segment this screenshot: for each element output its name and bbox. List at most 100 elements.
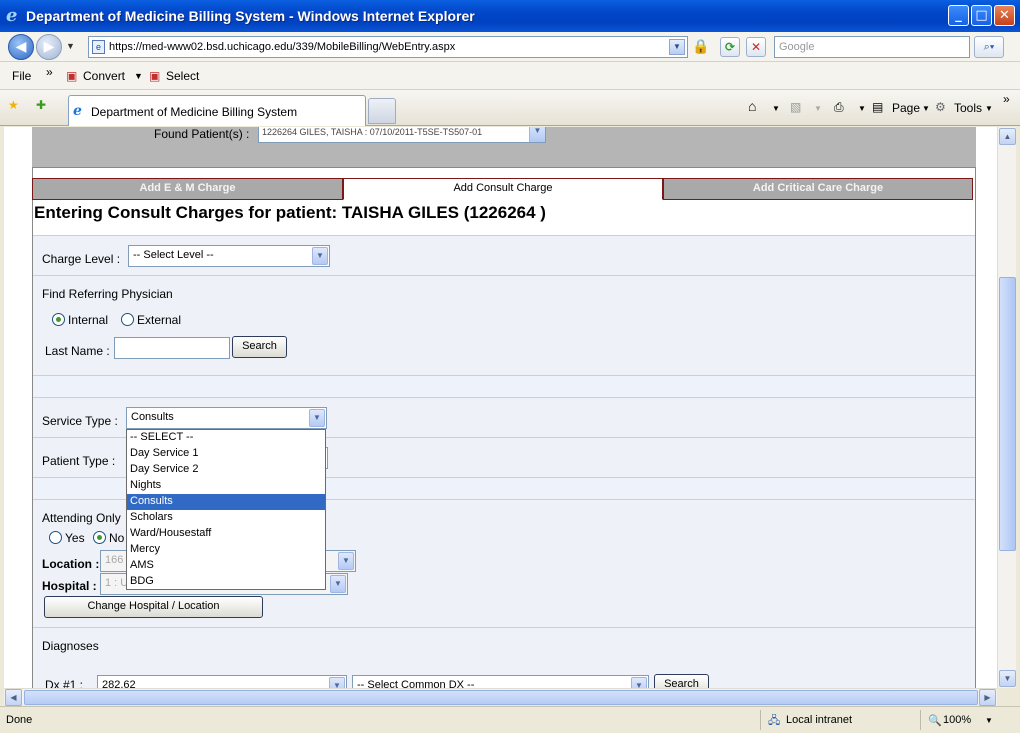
page-content: Found Patient(s) : 1226264 GILES, TAISHA… bbox=[28, 127, 976, 689]
scroll-right-icon[interactable]: ▶ bbox=[979, 689, 996, 706]
convert-button[interactable]: Convert bbox=[83, 69, 125, 83]
tools-menu[interactable]: Tools bbox=[954, 101, 982, 115]
horizontal-scrollbar[interactable]: ◀ ▶ bbox=[4, 688, 997, 706]
select-button[interactable]: Select bbox=[166, 69, 199, 83]
chevron-down-icon[interactable]: ▼ bbox=[529, 127, 545, 142]
found-patient-panel: Found Patient(s) : 1226264 GILES, TAISHA… bbox=[32, 127, 976, 167]
chevron-down-icon[interactable]: ▼ bbox=[338, 552, 354, 570]
service-type-value: Consults bbox=[131, 411, 174, 423]
tab-add-consult-charge[interactable]: Add Consult Charge bbox=[343, 178, 663, 200]
service-type-label: Service Type : bbox=[42, 414, 118, 428]
security-zone: Local intranet bbox=[786, 714, 853, 726]
service-type-option[interactable]: Day Service 2 bbox=[127, 462, 325, 478]
radio-no-label: No bbox=[109, 531, 125, 545]
scroll-corner bbox=[997, 688, 1016, 705]
vertical-scrollbar[interactable]: ▲ ▼ bbox=[997, 127, 1016, 689]
stop-button[interactable]: ✕ bbox=[746, 37, 766, 57]
toolbar-chevron-icon[interactable]: » bbox=[1003, 92, 1010, 106]
back-button[interactable]: ◀ bbox=[8, 34, 34, 60]
chevron-down-icon[interactable]: ▼ bbox=[330, 575, 346, 593]
tools-dropdown-icon[interactable]: ▼ bbox=[985, 104, 993, 113]
page-dropdown-icon[interactable]: ▼ bbox=[922, 104, 930, 113]
page-icon: e bbox=[92, 40, 105, 54]
page-menu[interactable]: Page bbox=[892, 101, 920, 115]
dx1-select[interactable]: 282.62 ▼ bbox=[97, 675, 347, 689]
feeds-dropdown-icon[interactable]: ▼ bbox=[814, 104, 822, 113]
convert-dropdown-icon[interactable]: ▼ bbox=[134, 71, 143, 81]
search-go-button[interactable]: ⌕▾ bbox=[974, 36, 1004, 58]
service-type-option[interactable]: Mercy bbox=[127, 542, 325, 558]
chevron-down-icon[interactable]: ▼ bbox=[312, 247, 328, 265]
new-tab-button[interactable] bbox=[368, 98, 396, 124]
change-hospital-location-button[interactable]: Change Hospital / Location bbox=[44, 596, 263, 618]
ie-logo-icon: e bbox=[6, 5, 18, 26]
status-bar: Done 🖧 Local intranet 🔍 100% ▼ bbox=[0, 706, 1020, 733]
scroll-down-icon[interactable]: ▼ bbox=[999, 670, 1016, 687]
horizontal-scroll-thumb[interactable] bbox=[24, 690, 978, 705]
favorites-star-icon[interactable]: ★ bbox=[8, 98, 19, 112]
page-title: Entering Consult Charges for patient: TA… bbox=[34, 203, 546, 222]
address-bar[interactable]: e https://med-www02.bsd.uchicago.edu/339… bbox=[88, 36, 688, 58]
hospital-value: 1 : U bbox=[105, 577, 129, 589]
dx-search-button[interactable]: Search bbox=[654, 674, 709, 689]
menu-chevron-icon[interactable]: » bbox=[46, 65, 53, 79]
radio-internal[interactable] bbox=[52, 313, 65, 326]
service-type-option[interactable]: Ward/Housestaff bbox=[127, 526, 325, 542]
home-dropdown-icon[interactable]: ▼ bbox=[772, 104, 780, 113]
service-type-option[interactable]: AMS bbox=[127, 558, 325, 574]
address-dropdown-icon[interactable]: ▼ bbox=[669, 39, 685, 55]
close-button[interactable]: ✕ bbox=[994, 5, 1015, 26]
location-value: 166 bbox=[105, 554, 124, 566]
service-type-option[interactable]: BDG bbox=[127, 574, 325, 590]
title-bar: e Department of Medicine Billing System … bbox=[0, 0, 1020, 32]
service-type-option[interactable]: Day Service 1 bbox=[127, 446, 325, 462]
zoom-dropdown-icon[interactable]: ▼ bbox=[985, 716, 993, 725]
search-button[interactable]: Search bbox=[232, 336, 287, 358]
search-input[interactable]: Google bbox=[774, 36, 970, 58]
service-type-option[interactable]: -- SELECT -- bbox=[127, 430, 325, 446]
menu-file[interactable]: File bbox=[12, 69, 31, 83]
vertical-scroll-thumb[interactable] bbox=[999, 277, 1016, 551]
window-title: Department of Medicine Billing System - … bbox=[26, 8, 475, 24]
tab-ie-icon: e bbox=[73, 103, 82, 119]
patient-type-label: Patient Type : bbox=[42, 454, 116, 468]
diagnoses-section: Diagnoses Dx #1 : 282.62 ▼ -- Select Com… bbox=[33, 627, 975, 689]
browser-tab[interactable]: e Department of Medicine Billing System bbox=[68, 95, 366, 126]
common-dx-select[interactable]: -- Select Common DX -- ▼ bbox=[352, 675, 649, 689]
charge-level-label: Charge Level : bbox=[42, 252, 121, 266]
menu-bar: File » ▣ Convert ▼ ▣ Select bbox=[0, 62, 1020, 90]
address-toolbar: ◀ ▶ ▼ e https://med-www02.bsd.uchicago.e… bbox=[0, 32, 1020, 62]
service-type-option[interactable]: Scholars bbox=[127, 510, 325, 526]
radio-yes[interactable] bbox=[49, 531, 62, 544]
tab-add-critical-care-charge[interactable]: Add Critical Care Charge bbox=[663, 178, 973, 200]
tab-add-em-charge[interactable]: Add E & M Charge bbox=[32, 178, 343, 200]
status-separator bbox=[760, 710, 761, 730]
charge-level-select[interactable]: -- Select Level -- ▼ bbox=[128, 245, 330, 267]
feeds-icon[interactable]: ▧ bbox=[790, 100, 801, 114]
maximize-button[interactable]: □ bbox=[971, 5, 992, 26]
status-separator bbox=[920, 710, 921, 730]
scroll-left-icon[interactable]: ◀ bbox=[5, 689, 22, 706]
last-name-input[interactable] bbox=[114, 337, 230, 359]
lock-icon[interactable]: 🔒 bbox=[692, 38, 710, 56]
minimize-button[interactable]: _ bbox=[948, 5, 969, 26]
home-icon[interactable]: ⌂ bbox=[748, 98, 756, 114]
service-type-select[interactable]: Consults ▼ bbox=[126, 407, 327, 429]
service-type-option[interactable]: Nights bbox=[127, 478, 325, 494]
found-patient-select[interactable]: 1226264 GILES, TAISHA : 07/10/2011-T5SE-… bbox=[258, 127, 546, 143]
chevron-down-icon[interactable]: ▼ bbox=[309, 409, 325, 427]
print-icon[interactable]: ⎙ bbox=[834, 100, 844, 115]
print-dropdown-icon[interactable]: ▼ bbox=[858, 104, 866, 113]
radio-external[interactable] bbox=[121, 313, 134, 326]
zoom-level[interactable]: 100% bbox=[943, 714, 971, 726]
recent-pages-dropdown-icon[interactable]: ▼ bbox=[66, 41, 75, 51]
refresh-button[interactable]: ⟳ bbox=[720, 37, 740, 57]
scroll-up-icon[interactable]: ▲ bbox=[999, 128, 1016, 145]
charge-tabs: Add E & M Charge Add Consult Charge Add … bbox=[32, 178, 976, 200]
service-type-option-selected[interactable]: Consults bbox=[127, 494, 325, 510]
spacer-row bbox=[33, 375, 975, 397]
add-favorites-icon[interactable]: ✚ bbox=[36, 98, 46, 112]
radio-no[interactable] bbox=[93, 531, 106, 544]
forward-button[interactable]: ▶ bbox=[36, 34, 62, 60]
intranet-icon: 🖧 bbox=[768, 715, 781, 727]
